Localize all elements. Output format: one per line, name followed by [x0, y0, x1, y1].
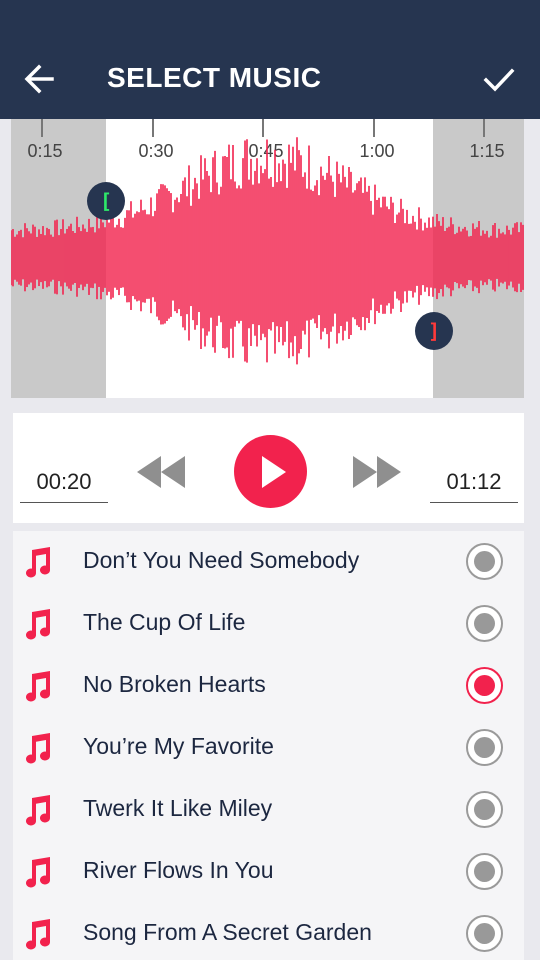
song-title: River Flows In You	[83, 857, 274, 883]
song-list: Don’t You Need Somebody The Cup Of Life …	[13, 531, 524, 960]
song-radio[interactable]	[466, 853, 503, 890]
rewind-icon	[137, 456, 185, 488]
fast-forward-icon	[353, 456, 401, 488]
music-note-icon	[26, 547, 51, 578]
song-title: You’re My Favorite	[83, 733, 274, 759]
music-note-icon	[26, 733, 51, 764]
radio-dot	[474, 799, 495, 820]
song-title: The Cup Of Life	[83, 609, 246, 635]
music-note-icon	[26, 671, 51, 702]
music-note-icon	[26, 795, 51, 826]
song-item[interactable]: Don’t You Need Somebody	[13, 531, 524, 593]
song-radio[interactable]	[466, 791, 503, 828]
song-radio[interactable]	[466, 915, 503, 952]
radio-dot	[474, 737, 495, 758]
arrow-left-icon	[24, 64, 54, 94]
radio-dot	[474, 613, 495, 634]
song-item[interactable]: The Cup Of Life	[13, 593, 524, 655]
song-title: Song From A Secret Garden	[83, 919, 372, 945]
radio-dot	[474, 551, 495, 572]
check-icon	[483, 68, 515, 92]
music-note-icon	[26, 919, 51, 950]
music-note-icon	[26, 609, 51, 640]
song-title: Don’t You Need Somebody	[83, 547, 360, 573]
song-item[interactable]: You’re My Favorite	[13, 717, 524, 779]
radio-dot	[474, 923, 495, 944]
audio-waveform	[11, 137, 524, 365]
radio-dot	[474, 861, 495, 882]
waveform-panel[interactable]: 0:15 0:30 0:45 1:00 1:15 [ ]	[11, 119, 524, 398]
confirm-button[interactable]	[478, 58, 520, 100]
music-note-icon	[26, 857, 51, 888]
song-title: Twerk It Like Miley	[83, 795, 273, 821]
start-time-field[interactable]: 00:20	[20, 463, 108, 503]
rewind-button[interactable]	[135, 450, 187, 494]
fast-forward-button[interactable]	[351, 450, 403, 494]
song-title: No Broken Hearts	[83, 671, 266, 697]
radio-dot	[474, 675, 495, 696]
trim-end-handle[interactable]: ]	[415, 312, 453, 350]
play-icon	[261, 455, 286, 488]
player-controls: 00:20 01:12	[13, 413, 524, 523]
song-radio[interactable]	[466, 605, 503, 642]
song-radio[interactable]	[466, 543, 503, 580]
song-item[interactable]: Song From A Secret Garden	[13, 903, 524, 960]
song-radio[interactable]	[466, 729, 503, 766]
play-button[interactable]	[234, 435, 307, 508]
song-item[interactable]: No Broken Hearts	[13, 655, 524, 717]
end-time-field[interactable]: 01:12	[430, 463, 518, 503]
back-button[interactable]	[20, 58, 62, 100]
song-item[interactable]: Twerk It Like Miley	[13, 779, 524, 841]
trim-start-handle[interactable]: [	[87, 182, 125, 220]
page-title: SELECT MUSIC	[107, 62, 322, 93]
song-radio[interactable]	[466, 667, 503, 704]
song-item[interactable]: River Flows In You	[13, 841, 524, 903]
app-bar: SELECT MUSIC	[0, 0, 540, 119]
